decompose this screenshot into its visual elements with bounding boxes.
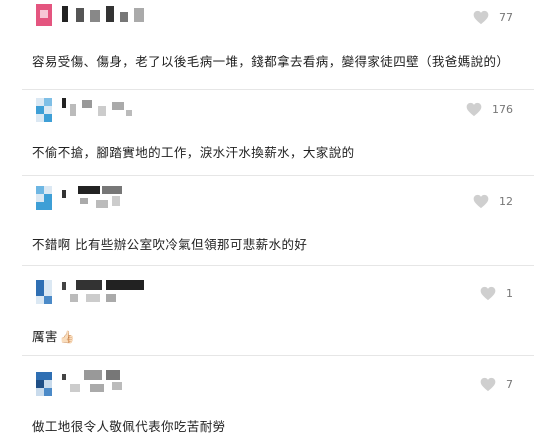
like-button[interactable]: 1	[480, 286, 513, 301]
username-blurred[interactable]	[62, 96, 152, 118]
comment-text: 不偷不搶，腳踏實地的工作，淚水汗水換薪水，大家說的	[32, 145, 355, 160]
comment-text-content: 厲害	[32, 329, 58, 344]
comment-item: 77 容易受傷、傷身，老了以後毛病一堆，錢都拿去看病，變得家徒四壁（我爸媽說的）	[0, 0, 553, 90]
avatar[interactable]	[36, 372, 52, 396]
avatar[interactable]	[36, 186, 52, 210]
heart-icon	[466, 102, 482, 117]
like-button[interactable]: 7	[480, 377, 513, 392]
like-count: 1	[506, 287, 513, 300]
like-button[interactable]: 176	[466, 102, 513, 117]
comment-item: 1 厲害 👍🏻	[0, 266, 553, 356]
comment-text: 不錯啊 比有些辦公室吹冷氣但領那可悲薪水的好	[32, 237, 308, 252]
like-count: 77	[499, 11, 513, 24]
avatar[interactable]	[36, 4, 52, 28]
like-button[interactable]: 77	[473, 10, 513, 25]
comment-text: 做工地很令人敬佩代表你吃苦耐勞	[32, 419, 226, 434]
heart-icon	[473, 194, 489, 209]
avatar[interactable]	[36, 98, 52, 122]
username-blurred[interactable]	[62, 280, 152, 302]
comment-item: 12 不錯啊 比有些辦公室吹冷氣但領那可悲薪水的好	[0, 176, 553, 266]
like-button[interactable]: 12	[473, 194, 513, 209]
like-count: 7	[506, 378, 513, 391]
comment-text: 厲害 👍🏻	[32, 326, 75, 345]
heart-icon	[480, 286, 496, 301]
like-count: 176	[492, 103, 513, 116]
username-blurred[interactable]	[62, 370, 152, 392]
comment-text: 容易受傷、傷身，老了以後毛病一堆，錢都拿去看病，變得家徒四壁（我爸媽說的）	[32, 54, 510, 69]
username-blurred[interactable]	[62, 186, 152, 208]
comment-item: 176 不偷不搶，腳踏實地的工作，淚水汗水換薪水，大家說的	[0, 90, 553, 176]
heart-icon	[480, 377, 496, 392]
like-count: 12	[499, 195, 513, 208]
username-blurred[interactable]	[62, 6, 152, 28]
avatar[interactable]	[36, 280, 52, 304]
comment-item: 7 做工地很令人敬佩代表你吃苦耐勞	[0, 356, 553, 448]
heart-icon	[473, 10, 489, 25]
thumbs-up-emoji: 👍🏻	[59, 330, 76, 344]
